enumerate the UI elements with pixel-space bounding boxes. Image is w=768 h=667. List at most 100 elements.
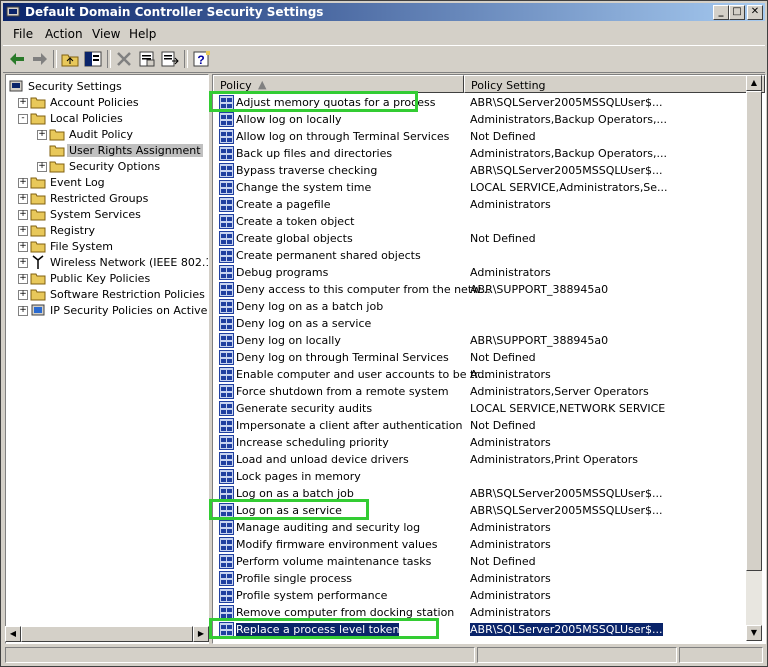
table-row[interactable]: Remove computer from docking station Admi… bbox=[213, 604, 747, 621]
table-row[interactable]: Load and unload device drivers Administra… bbox=[213, 451, 747, 468]
expand-icon[interactable]: + bbox=[37, 130, 47, 140]
table-row[interactable]: Lock pages in memory bbox=[213, 468, 747, 485]
menu-view[interactable]: View bbox=[92, 27, 120, 41]
table-row[interactable]: Change the system time LOCAL SERVICE,Admi… bbox=[213, 179, 747, 196]
expand-icon[interactable]: + bbox=[18, 306, 28, 316]
tree-item[interactable]: - Local Policies bbox=[6, 110, 206, 126]
expand-icon[interactable]: + bbox=[18, 242, 28, 252]
minimize-button[interactable]: _ bbox=[713, 5, 729, 20]
table-row[interactable]: Perform volume maintenance tasks Not Defi… bbox=[213, 553, 747, 570]
collapse-icon[interactable]: - bbox=[18, 114, 28, 124]
tree-item[interactable]: + Audit Policy bbox=[6, 126, 206, 142]
list-vertical-scrollbar[interactable]: ▲ ▼ bbox=[746, 75, 762, 641]
expand-icon[interactable]: + bbox=[18, 210, 28, 220]
table-row[interactable]: Bypass traverse checking ABR\SQLServer200… bbox=[213, 162, 747, 179]
table-row[interactable]: Deny log on as a service bbox=[213, 315, 747, 332]
table-row[interactable]: Allow log on through Terminal Services No… bbox=[213, 128, 747, 145]
column-header-policy-setting[interactable]: Policy Setting bbox=[464, 75, 765, 93]
scroll-left-button[interactable]: ◀ bbox=[5, 626, 21, 642]
table-row[interactable]: Create global objects Not Defined bbox=[213, 230, 747, 247]
policy-name: Impersonate a client after authenticatio… bbox=[236, 419, 463, 432]
table-row[interactable]: Back up files and directories Administrat… bbox=[213, 145, 747, 162]
maximize-button[interactable]: □ bbox=[729, 5, 745, 20]
back-arrow-icon[interactable] bbox=[7, 49, 27, 69]
column-header-policy[interactable]: Policy ▲ bbox=[213, 75, 464, 93]
tree-item[interactable]: + Event Log bbox=[6, 174, 206, 190]
policy-setting: LOCAL SERVICE,NETWORK SERVICE bbox=[470, 402, 666, 415]
forward-arrow-icon[interactable] bbox=[30, 49, 50, 69]
menu-action[interactable]: Action bbox=[45, 27, 83, 41]
table-row[interactable]: Deny log on as a batch job bbox=[213, 298, 747, 315]
expand-icon[interactable]: + bbox=[18, 258, 28, 268]
table-row[interactable]: Create permanent shared objects bbox=[213, 247, 747, 264]
policy-name: Deny log on as a batch job bbox=[236, 300, 384, 313]
user-right-icon bbox=[219, 588, 234, 603]
table-row[interactable]: Profile system performance Administrators bbox=[213, 587, 747, 604]
policy-setting: ABR\SQLServer2005MSSQLUser$... bbox=[470, 504, 663, 517]
tree-scroll-thumb[interactable] bbox=[21, 626, 193, 642]
scroll-down-button[interactable]: ▼ bbox=[746, 625, 762, 641]
table-row[interactable]: Impersonate a client after authenticatio… bbox=[213, 417, 747, 434]
up-folder-icon[interactable] bbox=[60, 49, 80, 69]
delete-icon[interactable] bbox=[114, 49, 134, 69]
expand-icon[interactable]: + bbox=[18, 226, 28, 236]
table-row[interactable]: Adjust memory quotas for a process ABR\SQ… bbox=[213, 94, 747, 111]
tree-item[interactable]: + System Services bbox=[6, 206, 206, 222]
main-window: Default Domain Controller Security Setti… bbox=[0, 0, 768, 667]
expand-icon[interactable]: + bbox=[18, 178, 28, 188]
policy-name: Profile single process bbox=[236, 572, 353, 585]
tree-item[interactable]: + File System bbox=[6, 238, 206, 254]
tree-item[interactable]: + Software Restriction Policies bbox=[6, 286, 206, 302]
expand-icon[interactable]: + bbox=[18, 290, 28, 300]
expand-icon[interactable]: + bbox=[18, 274, 28, 284]
list-scroll-thumb[interactable] bbox=[746, 91, 762, 571]
table-row[interactable]: Deny log on through Terminal Services Not… bbox=[213, 349, 747, 366]
title-bar[interactable]: Default Domain Controller Security Setti… bbox=[3, 3, 765, 21]
expand-icon[interactable]: + bbox=[18, 98, 28, 108]
policy-name: Lock pages in memory bbox=[236, 470, 361, 483]
expand-icon[interactable]: + bbox=[37, 162, 47, 172]
table-row[interactable]: Deny access to this computer from the ne… bbox=[213, 281, 747, 298]
scroll-up-button[interactable]: ▲ bbox=[746, 75, 762, 91]
table-row[interactable]: Manage auditing and security log Administ… bbox=[213, 519, 747, 536]
tree-item[interactable]: + Restricted Groups bbox=[6, 190, 206, 206]
tree-item[interactable]: + Account Policies bbox=[6, 94, 206, 110]
tree-item[interactable]: Security Settings bbox=[6, 78, 206, 94]
tree-pane[interactable]: Security Settings + Account Policies - Local… bbox=[5, 74, 209, 644]
table-row[interactable]: Debug programs Administrators bbox=[213, 264, 747, 281]
table-row[interactable]: Generate security audits LOCAL SERVICE,NE… bbox=[213, 400, 747, 417]
tree-item[interactable]: + Registry bbox=[6, 222, 206, 238]
tree-item[interactable]: + Security Options bbox=[6, 158, 206, 174]
table-row[interactable]: Create a token object bbox=[213, 213, 747, 230]
tree-item[interactable]: + IP Security Policies on Active Dire bbox=[6, 302, 208, 318]
table-row[interactable]: Increase scheduling priority Administrato… bbox=[213, 434, 747, 451]
tree-item[interactable]: + Public Key Policies bbox=[6, 270, 206, 286]
close-button[interactable]: ✕ bbox=[747, 5, 763, 20]
folder-icon bbox=[30, 273, 46, 285]
user-right-icon bbox=[219, 231, 234, 246]
table-row[interactable]: Modify firmware environment values Admini… bbox=[213, 536, 747, 553]
table-row[interactable]: Profile single process Administrators bbox=[213, 570, 747, 587]
scroll-right-button[interactable]: ▶ bbox=[193, 626, 209, 642]
help-icon[interactable]: ? bbox=[192, 49, 212, 69]
table-row[interactable]: Deny log on locally ABR\SUPPORT_388945a0 bbox=[213, 332, 747, 349]
expand-icon[interactable]: + bbox=[18, 194, 28, 204]
show-hide-tree-icon[interactable] bbox=[83, 49, 103, 69]
tree-horizontal-scrollbar[interactable]: ◀ ▶ bbox=[5, 626, 209, 642]
properties-icon[interactable] bbox=[137, 49, 157, 69]
table-row[interactable]: Enable computer and user accounts to be … bbox=[213, 366, 747, 383]
export-list-icon[interactable] bbox=[160, 49, 180, 69]
table-row[interactable]: Create a pagefile Administrators bbox=[213, 196, 747, 213]
policy-setting: Administrators bbox=[470, 589, 551, 602]
table-row[interactable]: Log on as a service ABR\SQLServer2005MSSQ… bbox=[213, 502, 747, 519]
table-row[interactable]: Force shutdown from a remote system Admin… bbox=[213, 383, 747, 400]
tree-item[interactable]: + Wireless Network (IEEE 802.11) P bbox=[6, 254, 208, 270]
policy-setting: ABR\SQLServer2005MSSQLUser$... bbox=[470, 164, 663, 177]
policy-list[interactable]: Policy ▲ Policy Setting Adjust memory qu… bbox=[212, 74, 766, 644]
menu-help[interactable]: Help bbox=[129, 27, 156, 41]
tree-item[interactable]: User Rights Assignment bbox=[6, 142, 206, 158]
table-row[interactable]: Replace a process level token ABR\SQLServ… bbox=[213, 621, 747, 638]
menu-file[interactable]: File bbox=[13, 27, 33, 41]
table-row[interactable]: Log on as a batch job ABR\SQLServer2005MS… bbox=[213, 485, 747, 502]
table-row[interactable]: Allow log on locally Administrators,Backu… bbox=[213, 111, 747, 128]
